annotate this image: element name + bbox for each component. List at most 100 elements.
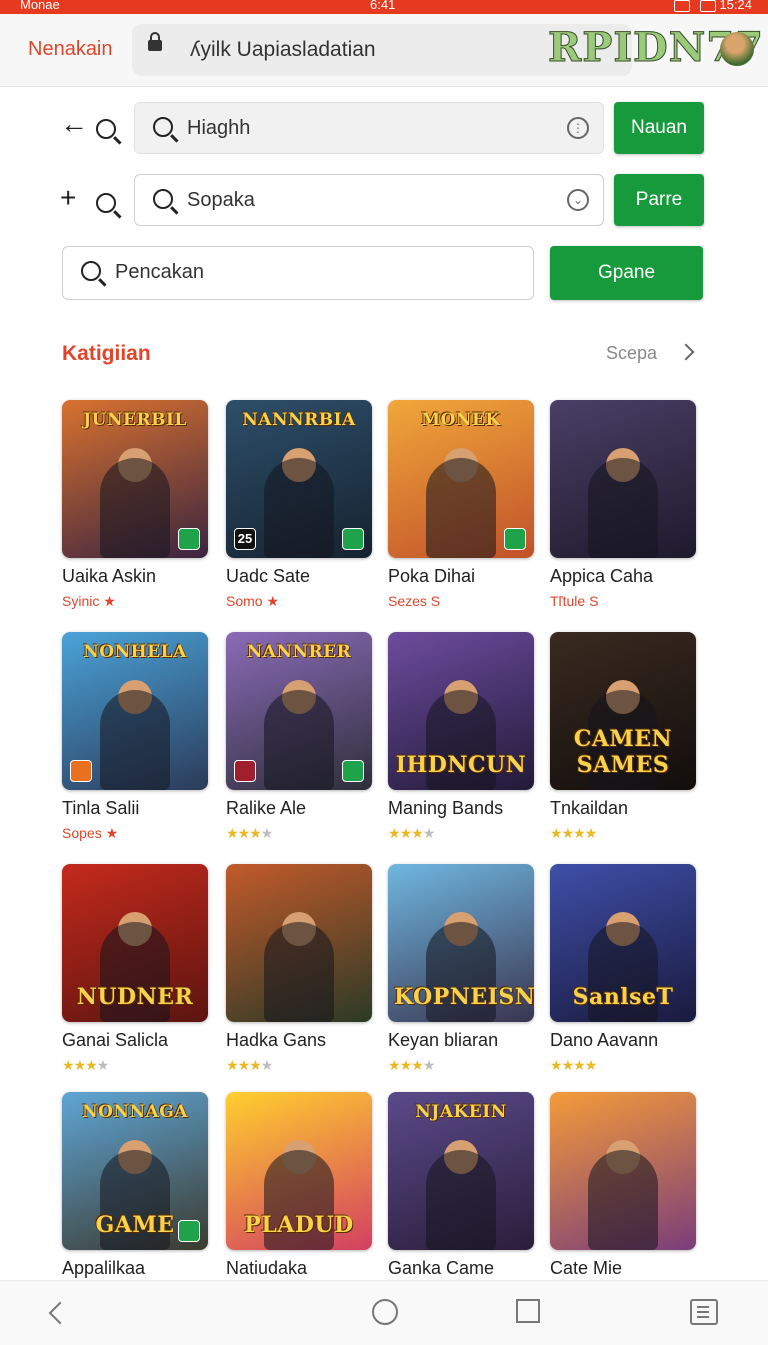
game-title[interactable]: Natiudaka <box>226 1258 374 1279</box>
search-input-2[interactable]: Sopaka ⌄ <box>134 174 604 226</box>
battery-icon <box>699 0 716 12</box>
search-icon[interactable] <box>96 190 116 218</box>
rating-stars: ★★★★ <box>388 825 536 842</box>
see-all-link[interactable]: Scepa <box>606 343 657 364</box>
search-input-text: Hiaghh <box>187 117 251 139</box>
chevron-right-icon[interactable] <box>677 343 695 361</box>
game-card[interactable]: NANNRBIA 25 Uadc Sate Somo ★ <box>226 400 374 610</box>
game-card[interactable]: SanlseT Dano Aavann ★★★★ <box>550 864 698 1074</box>
recent-apps-icon[interactable] <box>516 1299 540 1323</box>
game-thumbnail[interactable] <box>550 1092 696 1250</box>
game-card[interactable]: Hadka Gans ★★★★ <box>226 864 374 1074</box>
avatar[interactable] <box>720 32 754 66</box>
game-title[interactable]: Uaika Askin <box>62 566 210 587</box>
game-thumbnail[interactable]: NJAKEIN <box>388 1092 534 1250</box>
search-icon[interactable] <box>96 116 116 144</box>
game-title[interactable]: Maning Bands <box>388 798 536 819</box>
game-thumbnail[interactable]: CAMEN SAMES <box>550 632 696 790</box>
game-title[interactable]: Ganai Salicla <box>62 1030 210 1051</box>
game-card[interactable]: JUNERBIL Uaika Askin Syinic ★ <box>62 400 210 610</box>
game-title[interactable]: Ganka Came <box>388 1258 536 1279</box>
game-card[interactable]: PLADUD Natiudaka <box>226 1092 374 1279</box>
star-icon: ★ <box>584 1057 598 1073</box>
home-icon[interactable] <box>372 1299 398 1325</box>
star-icon: ★ <box>260 1057 274 1073</box>
game-logo-text: KOPNEISN <box>394 984 534 1010</box>
game-card[interactable]: IHDNCUN Maning Bands ★★★★ <box>388 632 536 842</box>
game-thumbnail[interactable]: NUDNER <box>62 864 208 1022</box>
game-thumbnail[interactable]: NONNAGA GAME <box>62 1092 208 1250</box>
tab-label[interactable]: Nenakain <box>28 38 113 61</box>
game-card[interactable]: Cate Mie <box>550 1092 698 1279</box>
game-card[interactable]: NANNRER Ralike Ale ★★★★ <box>226 632 374 842</box>
game-title[interactable]: Keyan bliaran <box>388 1030 536 1051</box>
app-badge-icon <box>178 1220 200 1242</box>
game-title[interactable]: Appica Caha <box>550 566 698 587</box>
game-thumbnail[interactable]: IHDNCUN <box>388 632 534 790</box>
game-thumbnail[interactable]: SanlseT <box>550 864 696 1022</box>
game-logo-text: NONHELA <box>83 642 187 662</box>
app-badge-icon <box>70 760 92 782</box>
star-icon: ★ <box>226 825 239 841</box>
game-subtitle: Somo ★ <box>226 593 280 609</box>
star-icon: ★ <box>260 825 274 841</box>
game-thumbnail[interactable] <box>550 400 696 558</box>
menu-icon[interactable] <box>690 1299 718 1325</box>
game-title[interactable]: Appalilkaa <box>62 1258 210 1279</box>
game-thumbnail[interactable]: MONEK <box>388 400 534 558</box>
back-arrow-icon[interactable]: ← <box>60 110 88 138</box>
rating-stars: ★★★★ <box>550 1057 698 1074</box>
game-thumbnail[interactable] <box>226 864 372 1022</box>
game-title[interactable]: Hadka Gans <box>226 1030 374 1051</box>
search-button-3[interactable]: Gpane <box>550 246 703 300</box>
address-text[interactable]: ʎyilk Uapiasladatian <box>190 38 376 62</box>
game-thumbnail[interactable]: NONHELA <box>62 632 208 790</box>
back-icon[interactable] <box>48 1301 72 1325</box>
plus-icon[interactable]: + <box>60 184 76 212</box>
game-thumbnail[interactable]: NANNRBIA 25 <box>226 400 372 558</box>
game-title[interactable]: Dano Aavann <box>550 1030 698 1051</box>
game-thumbnail[interactable]: NANNRER <box>226 632 372 790</box>
system-nav-bar <box>0 1280 768 1345</box>
game-title[interactable]: Tinla Salii <box>62 798 210 819</box>
star-icon: ★ <box>550 1057 563 1073</box>
game-logo-text: MONEK <box>421 410 501 430</box>
game-card[interactable]: MONEK Poka Dihai Sezes S <box>388 400 536 609</box>
game-logo-text: PLADUD <box>244 1212 354 1238</box>
info-icon[interactable]: ⋮ <box>567 117 589 139</box>
star-icon: ★ <box>422 825 436 841</box>
game-thumbnail[interactable]: JUNERBIL <box>62 400 208 558</box>
star-icon: ★ <box>237 1057 251 1073</box>
search-input-text: Pencakan <box>115 261 204 283</box>
game-card[interactable]: NJAKEIN Ganka Came <box>388 1092 536 1279</box>
game-title[interactable]: Cate Mie <box>550 1258 698 1279</box>
game-title[interactable]: Uadc Sate <box>226 566 374 587</box>
search-input-3[interactable]: Pencakan <box>62 246 534 300</box>
app-badge-icon <box>178 528 200 550</box>
star-icon: ★ <box>249 1057 262 1073</box>
game-card[interactable]: KOPNEISN Keyan bliaran ★★★★ <box>388 864 536 1074</box>
search-button-2[interactable]: Parre <box>614 174 704 226</box>
search-button-1[interactable]: Nauan <box>614 102 704 154</box>
star-icon: ★ <box>85 1057 98 1073</box>
chevron-down-icon[interactable]: ⌄ <box>567 189 589 211</box>
star-icon: ★ <box>388 1057 401 1073</box>
search-input-1[interactable]: Hiaghh ⋮ <box>134 102 604 154</box>
game-thumbnail[interactable]: KOPNEISN <box>388 864 534 1022</box>
game-title[interactable]: Poka Dihai <box>388 566 536 587</box>
game-title[interactable]: Tnkaildan <box>550 798 698 819</box>
game-title[interactable]: Ralike Ale <box>226 798 374 819</box>
search-input-text: Sopaka <box>187 189 255 211</box>
rating-stars: ★★★★ <box>62 1057 210 1074</box>
game-card[interactable]: NUDNER Ganai Salicla ★★★★ <box>62 864 210 1074</box>
game-card[interactable]: NONHELA Tinla Salii Sopes ★ <box>62 632 210 842</box>
character-art <box>264 922 334 1022</box>
game-card[interactable]: CAMEN SAMES Tnkaildan ★★★★ <box>550 632 698 842</box>
game-card[interactable]: NONNAGA GAME Appalilkaa <box>62 1092 210 1279</box>
game-logo-text: NANNRER <box>246 642 352 662</box>
game-logo-text: SanlseT <box>572 984 674 1010</box>
game-thumbnail[interactable]: PLADUD <box>226 1092 372 1250</box>
game-card[interactable]: Appica Caha Tľtule S <box>550 400 698 609</box>
game-logo-text: JUNERBIL <box>83 410 187 430</box>
character-art <box>100 458 170 558</box>
